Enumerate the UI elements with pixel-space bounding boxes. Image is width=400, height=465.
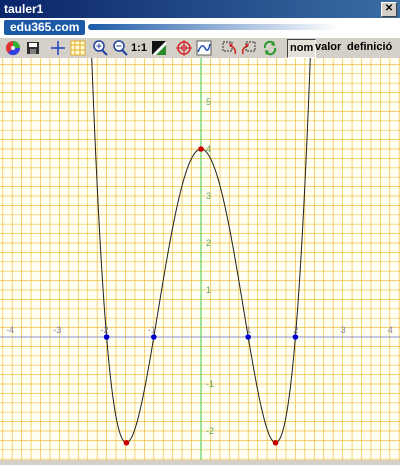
undo-icon[interactable] bbox=[221, 40, 237, 56]
function-curve bbox=[0, 7, 400, 444]
y-tick-label: 1 bbox=[206, 285, 211, 295]
x-tick-label: -4 bbox=[6, 325, 14, 335]
refresh-icon[interactable] bbox=[262, 40, 278, 56]
function-plot[interactable]: -4 -3 -2 -1 1 2 3 454321-1-2 bbox=[0, 7, 400, 460]
brand-bar: edu365.com bbox=[0, 18, 400, 39]
brand-swoosh bbox=[88, 24, 338, 30]
fill-icon[interactable] bbox=[151, 40, 167, 56]
grid-icon[interactable] bbox=[70, 40, 86, 56]
x-tick-label: -3 bbox=[53, 325, 61, 335]
extremum-point bbox=[123, 439, 130, 446]
x-tick-label: 3 bbox=[341, 325, 346, 335]
palette-icon[interactable] bbox=[5, 40, 21, 56]
y-tick-label: 3 bbox=[206, 191, 211, 201]
scale-button[interactable]: 1:1 bbox=[130, 40, 148, 56]
graph-canvas[interactable]: -4 -3 -2 -1 1 2 3 4 5 4 3 2 1 -1 -2 bbox=[0, 7, 400, 460]
valor-button[interactable]: valor bbox=[313, 39, 343, 56]
redo-icon[interactable] bbox=[241, 40, 257, 56]
close-button[interactable]: ✕ bbox=[381, 2, 397, 17]
toolbar: 1:1 nom valor definició bbox=[0, 38, 400, 59]
y-tick-label: 2 bbox=[206, 238, 211, 248]
brand-logo[interactable]: edu365.com bbox=[4, 20, 86, 35]
root-point bbox=[245, 334, 251, 340]
trace-icon[interactable] bbox=[196, 40, 212, 56]
zoom-out-icon[interactable] bbox=[112, 40, 128, 56]
extremum-point bbox=[198, 146, 204, 152]
root-point bbox=[151, 334, 157, 340]
nom-button[interactable]: nom bbox=[287, 39, 317, 58]
title-bar: tauler1 ✕ bbox=[0, 0, 400, 18]
window-title: tauler1 bbox=[4, 2, 44, 16]
y-tick-label: 5 bbox=[206, 97, 211, 107]
target-icon[interactable] bbox=[176, 40, 192, 56]
definicio-button[interactable]: definició bbox=[345, 39, 394, 56]
x-tick-label: 4 bbox=[388, 325, 393, 335]
save-icon[interactable] bbox=[25, 40, 41, 56]
move-axes-icon[interactable] bbox=[50, 40, 66, 56]
zoom-in-icon[interactable] bbox=[92, 40, 108, 56]
y-tick-label: -2 bbox=[206, 426, 214, 436]
y-tick-label: -1 bbox=[206, 379, 214, 389]
root-point bbox=[292, 334, 299, 340]
extremum-point bbox=[272, 439, 279, 446]
root-point bbox=[103, 334, 110, 340]
x-tick-label: -2 bbox=[101, 325, 109, 335]
